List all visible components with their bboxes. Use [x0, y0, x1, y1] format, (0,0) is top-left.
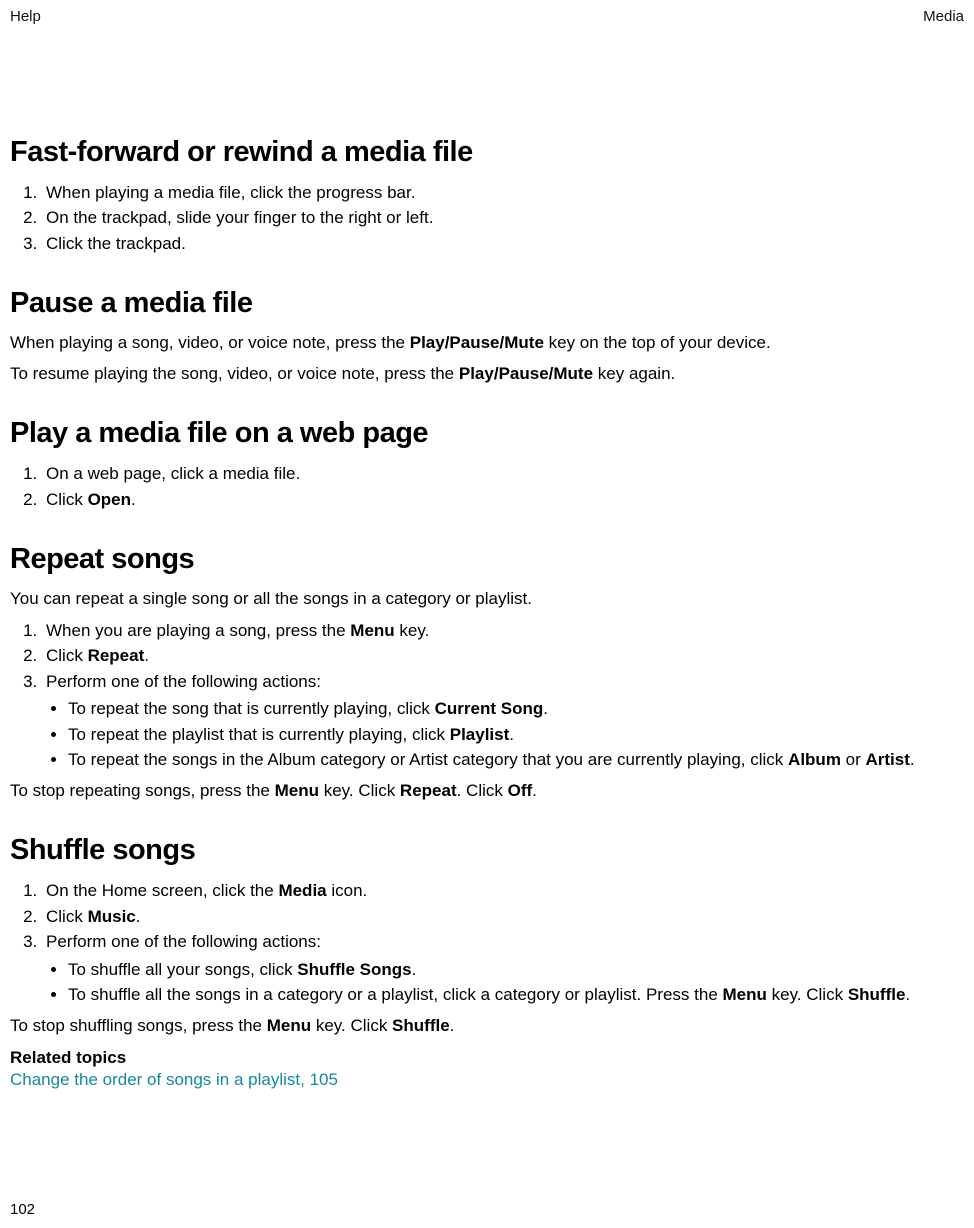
steps-list: When playing a media file, click the pro…: [10, 180, 964, 257]
related-topic-link[interactable]: Change the order of songs in a playlist,…: [10, 1070, 964, 1090]
text-span: Menu: [267, 1016, 311, 1035]
sub-list-item: To repeat the songs in the Album categor…: [68, 747, 964, 773]
text-span: .: [450, 1016, 455, 1035]
text-span: Click: [46, 907, 88, 926]
text-span: Repeat: [88, 646, 145, 665]
section-heading: Play a media file on a web page: [10, 416, 964, 451]
sub-list: To repeat the song that is currently pla…: [46, 696, 964, 773]
text-span: Music: [88, 907, 136, 926]
text-span: Click: [46, 490, 88, 509]
steps-list: On the Home screen, click the Media icon…: [10, 878, 964, 1008]
text-span: or: [841, 750, 866, 769]
text-span: key. Click: [767, 985, 848, 1004]
text-span: To repeat the playlist that is currently…: [68, 725, 450, 744]
text-span: key. Click: [311, 1016, 392, 1035]
text-span: Play/Pause/Mute: [459, 364, 593, 383]
text-span: Open: [88, 490, 131, 509]
step-item: Click Music.: [42, 904, 964, 930]
text-span: .: [136, 907, 141, 926]
text-span: key on the top of your device.: [544, 333, 771, 352]
step-item: On the trackpad, slide your finger to th…: [42, 205, 964, 231]
text-span: Playlist: [450, 725, 510, 744]
text-span: To shuffle all the songs in a category o…: [68, 985, 723, 1004]
text-span: .: [412, 960, 417, 979]
section-heading: Pause a media file: [10, 286, 964, 321]
text-span: key again.: [593, 364, 675, 383]
step-item: Perform one of the following actions:To …: [42, 669, 964, 773]
text-span: Current Song: [435, 699, 544, 718]
text-span: .: [905, 985, 910, 1004]
text-span: To repeat the songs in the Album categor…: [68, 750, 788, 769]
text-span: To shuffle all your songs, click: [68, 960, 297, 979]
text-span: When playing a song, video, or voice not…: [10, 333, 410, 352]
document-page: Help Media Fast-forward or rewind a medi…: [0, 0, 974, 1228]
step-item: Click the trackpad.: [42, 231, 964, 257]
text-span: To stop repeating songs, press the: [10, 781, 275, 800]
sub-list-item: To repeat the song that is currently pla…: [68, 696, 964, 722]
steps-list: On a web page, click a media file.Click …: [10, 461, 964, 512]
section-heading: Shuffle songs: [10, 833, 964, 868]
footer-paragraph: To stop repeating songs, press the Menu …: [10, 779, 964, 804]
intro-paragraph: You can repeat a single song or all the …: [10, 587, 964, 612]
steps-list: When you are playing a song, press the M…: [10, 618, 964, 773]
section: Repeat songs You can repeat a single song…: [10, 542, 964, 803]
text-span: .: [532, 781, 537, 800]
paragraph: When playing a song, video, or voice not…: [10, 331, 964, 356]
step-item: Click Open.: [42, 487, 964, 513]
text-span: To stop shuffling songs, press the: [10, 1016, 267, 1035]
text-span: Media: [278, 881, 326, 900]
text-span: Repeat: [400, 781, 457, 800]
text-span: Shuffle: [392, 1016, 450, 1035]
text-span: .: [131, 490, 136, 509]
text-span: Menu: [723, 985, 767, 1004]
header-right: Media: [923, 8, 964, 25]
header-left: Help: [10, 8, 41, 25]
page-content: Fast-forward or rewind a media file When …: [10, 135, 964, 1090]
text-span: Shuffle Songs: [297, 960, 411, 979]
sub-list: To shuffle all your songs, click Shuffle…: [46, 957, 964, 1008]
related-topics-heading: Related topics: [10, 1048, 964, 1068]
page-header: Help Media: [10, 8, 964, 25]
text-span: To resume playing the song, video, or vo…: [10, 364, 459, 383]
section: Fast-forward or rewind a media file When …: [10, 135, 964, 256]
sub-list-item: To shuffle all your songs, click Shuffle…: [68, 957, 964, 983]
paragraph: To resume playing the song, video, or vo…: [10, 362, 964, 387]
text-span: Menu: [350, 621, 394, 640]
text-span: .: [543, 699, 548, 718]
text-span: Album: [788, 750, 841, 769]
text-span: key. Click: [319, 781, 400, 800]
section: Play a media file on a web page On a web …: [10, 416, 964, 512]
text-span: Off: [508, 781, 533, 800]
text-span: Click: [46, 646, 88, 665]
page-number: 102: [10, 1201, 35, 1218]
text-span: Menu: [275, 781, 319, 800]
step-item: Perform one of the following actions:To …: [42, 929, 964, 1008]
text-span: icon.: [327, 881, 368, 900]
text-span: On the Home screen, click the: [46, 881, 278, 900]
section-heading: Repeat songs: [10, 542, 964, 577]
text-span: When you are playing a song, press the: [46, 621, 350, 640]
text-span: Shuffle: [848, 985, 906, 1004]
sub-list-item: To repeat the playlist that is currently…: [68, 722, 964, 748]
sub-list-item: To shuffle all the songs in a category o…: [68, 982, 964, 1008]
text-span: .: [910, 750, 915, 769]
text-span: .: [509, 725, 514, 744]
text-span: . Click: [457, 781, 508, 800]
footer-paragraph: To stop shuffling songs, press the Menu …: [10, 1014, 964, 1039]
text-span: key.: [395, 621, 430, 640]
text-span: Play/Pause/Mute: [410, 333, 544, 352]
section: Pause a media file When playing a song, v…: [10, 286, 964, 386]
text-span: To repeat the song that is currently pla…: [68, 699, 435, 718]
section: Shuffle songs On the Home screen, click t…: [10, 833, 964, 1090]
section-heading: Fast-forward or rewind a media file: [10, 135, 964, 170]
text-span: .: [144, 646, 149, 665]
step-item: On a web page, click a media file.: [42, 461, 964, 487]
step-item: Click Repeat.: [42, 643, 964, 669]
step-item: On the Home screen, click the Media icon…: [42, 878, 964, 904]
step-item: When playing a media file, click the pro…: [42, 180, 964, 206]
step-item: When you are playing a song, press the M…: [42, 618, 964, 644]
text-span: Artist: [866, 750, 910, 769]
